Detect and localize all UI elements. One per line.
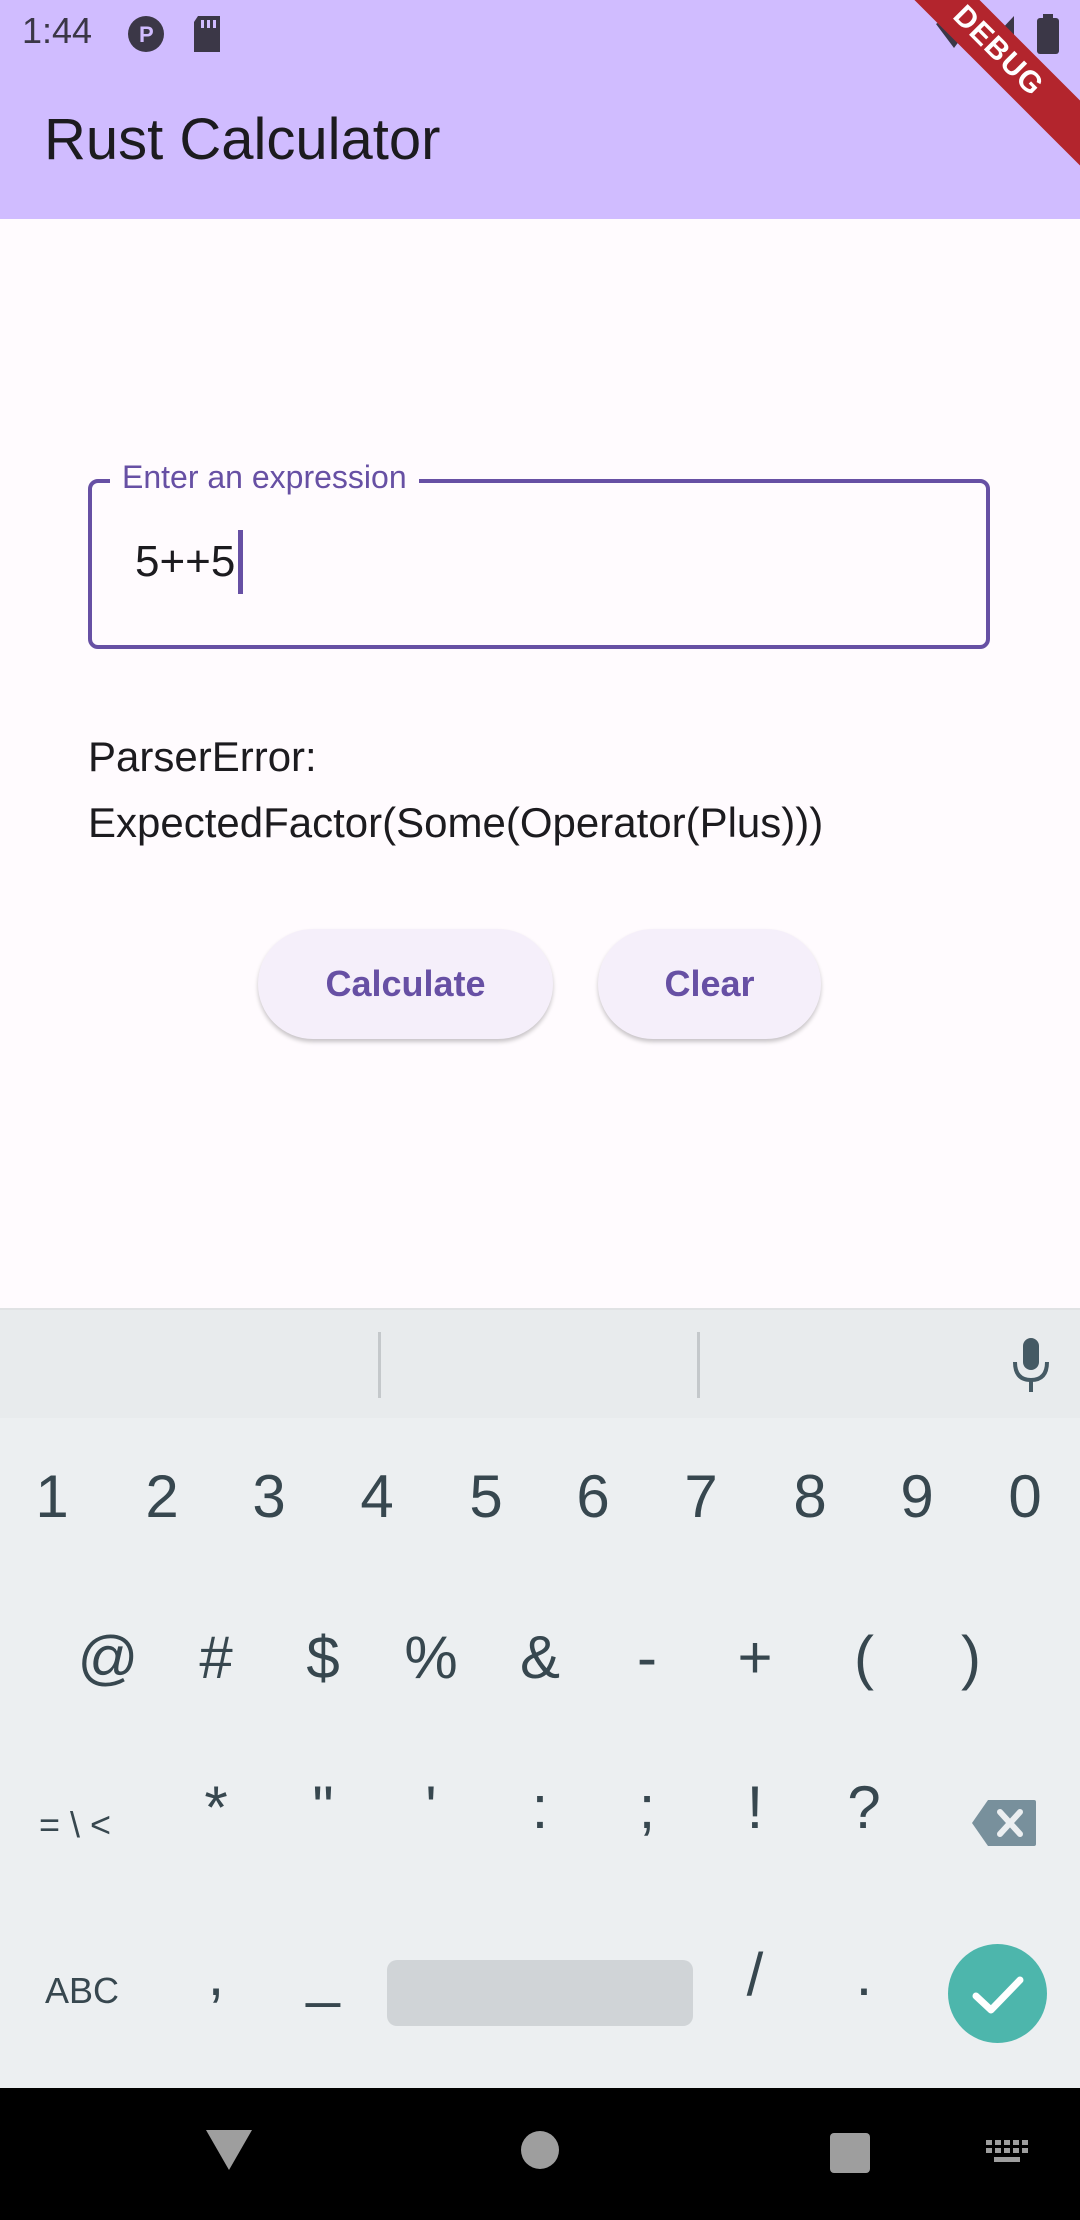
key-1[interactable]: 1: [2, 1462, 102, 1531]
app-bar: 1:44 P Rust Calculator DEBUG: [0, 0, 1080, 219]
status-time: 1:44: [22, 10, 93, 51]
backspace-icon[interactable]: [970, 1798, 1038, 1848]
key-single-quote[interactable]: ': [381, 1773, 481, 1842]
calculate-button[interactable]: Calculate: [258, 929, 553, 1039]
battery-icon: [1037, 14, 1059, 54]
home-nav-icon[interactable]: [520, 2130, 560, 2170]
key-0[interactable]: 0: [975, 1462, 1075, 1531]
expression-input-value[interactable]: 5++5: [135, 537, 235, 587]
result-line-2: ExpectedFactor(Some(Operator(Plus))): [88, 799, 824, 846]
key-4[interactable]: 4: [327, 1462, 427, 1531]
key-2[interactable]: 2: [112, 1462, 212, 1531]
keyboard-suggestion-strip: [0, 1308, 1080, 1420]
key-plus[interactable]: +: [705, 1623, 805, 1692]
clear-button[interactable]: Clear: [598, 929, 821, 1039]
key-asterisk[interactable]: *: [166, 1773, 266, 1842]
key-more-symbols[interactable]: = \ <: [25, 1804, 125, 1846]
key-slash[interactable]: /: [705, 1940, 805, 2009]
key-period[interactable]: .: [814, 1940, 914, 2009]
key-5[interactable]: 5: [436, 1462, 536, 1531]
key-exclamation[interactable]: !: [705, 1773, 805, 1842]
space-key[interactable]: [387, 1960, 693, 2026]
key-7[interactable]: 7: [651, 1462, 751, 1531]
key-6[interactable]: 6: [543, 1462, 643, 1531]
key-percent[interactable]: %: [381, 1623, 481, 1692]
sd-card-icon: [194, 16, 220, 52]
key-colon[interactable]: :: [490, 1773, 590, 1842]
status-bar: 1:44 P: [0, 0, 1080, 70]
key-underscore[interactable]: _: [273, 1940, 373, 2009]
microphone-icon[interactable]: [1010, 1336, 1052, 1396]
key-hash[interactable]: #: [166, 1623, 266, 1692]
key-minus[interactable]: -: [597, 1623, 697, 1692]
keyboard: 1 2 3 4 5 6 7 8 9 0 @ # $ % & - + ( ) = …: [0, 1418, 1080, 2088]
suggestion-divider: [378, 1332, 381, 1398]
result-line-1: ParserError:: [88, 733, 317, 780]
enter-key[interactable]: [948, 1944, 1047, 2043]
page-title: Rust Calculator: [44, 107, 441, 172]
key-ampersand[interactable]: &: [490, 1623, 590, 1692]
key-comma[interactable]: ,: [166, 1940, 266, 2009]
key-9[interactable]: 9: [867, 1462, 967, 1531]
notification-app-icon: P: [128, 16, 164, 52]
key-3[interactable]: 3: [219, 1462, 319, 1531]
key-question[interactable]: ?: [814, 1773, 914, 1842]
result-text: ParserError: ExpectedFactor(Some(Operato…: [88, 724, 988, 856]
keyboard-switch-icon[interactable]: [984, 2138, 1030, 2168]
back-nav-icon[interactable]: [204, 2128, 254, 2172]
key-open-paren[interactable]: (: [814, 1623, 914, 1692]
recents-nav-icon[interactable]: [829, 2132, 871, 2174]
svg-text:P: P: [139, 22, 154, 47]
key-abc[interactable]: ABC: [32, 1970, 132, 2012]
expression-input-label: Enter an expression: [110, 459, 419, 496]
key-8[interactable]: 8: [760, 1462, 860, 1531]
suggestion-divider: [697, 1332, 700, 1398]
text-cursor: [238, 530, 243, 594]
key-at[interactable]: @: [58, 1623, 158, 1692]
key-dollar[interactable]: $: [273, 1623, 373, 1692]
navigation-bar: [0, 2088, 1080, 2220]
checkmark-icon: [972, 1976, 1024, 2014]
key-semicolon[interactable]: ;: [597, 1773, 697, 1842]
key-double-quote[interactable]: ": [273, 1773, 373, 1842]
key-close-paren[interactable]: ): [921, 1623, 1021, 1692]
